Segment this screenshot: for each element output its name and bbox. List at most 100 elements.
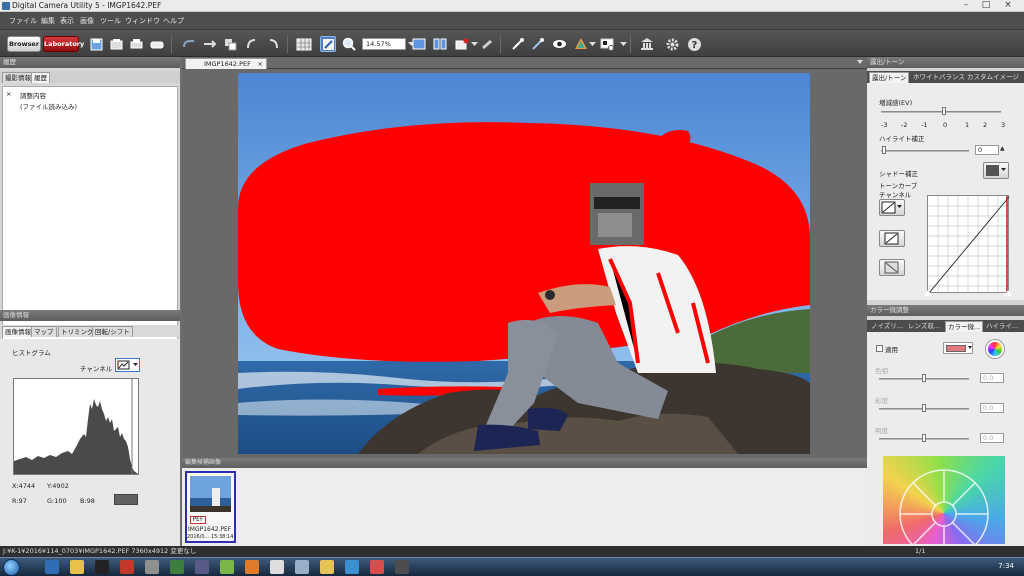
shadow-preset-dropdown[interactable] — [983, 162, 1009, 179]
rotate-icon[interactable] — [244, 36, 260, 52]
tab-lens-correction[interactable]: レンズ収... — [906, 321, 942, 332]
laboratory-button[interactable]: Laboratory — [43, 36, 84, 52]
tone-curve-graph[interactable] — [927, 195, 1010, 294]
highlight-warning-icon[interactable] — [454, 36, 470, 52]
redo-icon[interactable] — [202, 36, 218, 52]
app-taskbar-icon[interactable] — [120, 560, 134, 574]
app-taskbar-icon[interactable] — [370, 560, 384, 574]
ev-slider-track[interactable] — [881, 111, 1001, 113]
undo-icon[interactable] — [181, 36, 197, 52]
eyedropper-black-icon[interactable] — [510, 36, 526, 52]
rotate-back-icon[interactable] — [265, 36, 281, 52]
hue-value-input[interactable]: 0.0 — [980, 373, 1004, 383]
maximize-button[interactable]: □ — [976, 0, 996, 11]
app-taskbar-icon[interactable] — [345, 560, 359, 574]
app-taskbar-icon[interactable] — [95, 560, 109, 574]
saturation-slider-knob[interactable] — [922, 404, 926, 412]
app-taskbar-icon[interactable] — [320, 560, 334, 574]
display-settings-icon[interactable] — [599, 36, 615, 52]
help-icon[interactable]: ? — [686, 36, 702, 52]
hue-slider-knob[interactable] — [922, 374, 926, 382]
tab-color-fine-tune[interactable]: カラー微... — [945, 321, 984, 332]
ie-taskbar-icon[interactable] — [45, 560, 59, 574]
ev-slider-knob[interactable] — [942, 107, 946, 115]
tab-white-balance[interactable]: ホワイトバランス — [911, 72, 967, 83]
preview-eye-icon[interactable] — [551, 36, 567, 52]
app-taskbar-icon[interactable] — [220, 560, 234, 574]
zoom-level-input[interactable]: 14.57% — [362, 38, 406, 50]
history-row[interactable]: 調整内容 — [20, 90, 46, 100]
menu-view[interactable]: 表示 — [60, 16, 74, 26]
warning-dropdown-icon[interactable] — [470, 36, 478, 52]
tab-noise-reduction[interactable]: ノイズリ... — [869, 321, 905, 332]
tone-curve-preset-dropdown[interactable] — [879, 199, 905, 216]
thumbnail-item[interactable]: PEF IMGP1642.PEF 2016/0... 15:38:14 — [185, 471, 236, 543]
zoom-icon[interactable] — [341, 36, 357, 52]
target-color-button[interactable] — [943, 342, 973, 354]
color-hue-wheel[interactable] — [883, 456, 1005, 544]
app-taskbar-icon[interactable] — [170, 560, 184, 574]
tab-trimming[interactable]: トリミング — [58, 326, 97, 337]
highlight-slider-knob[interactable] — [882, 146, 886, 154]
app-taskbar-icon[interactable] — [195, 560, 209, 574]
develop-icon[interactable] — [639, 36, 655, 52]
color-picker-icon[interactable] — [573, 36, 589, 52]
grid-icon[interactable] — [296, 36, 312, 52]
display-dropdown-icon[interactable] — [619, 36, 627, 52]
browser-button[interactable]: Browser — [7, 36, 41, 52]
tab-shooting-info[interactable]: 撮影情報 — [2, 72, 34, 83]
color-dropdown-icon[interactable] — [588, 36, 596, 52]
tab-exposure-tone[interactable]: 露出/トーン — [869, 72, 910, 83]
compare-view-icon[interactable] — [432, 36, 448, 52]
document-tab[interactable]: IMGP1642.PEF × — [185, 58, 267, 69]
save-icon[interactable] — [88, 36, 104, 52]
batch-icon[interactable] — [149, 36, 165, 52]
settings-gear-icon[interactable] — [664, 36, 680, 52]
app-taskbar-icon[interactable] — [295, 560, 309, 574]
apply-checkbox[interactable] — [876, 345, 883, 352]
fit-screen-icon[interactable] — [320, 36, 336, 52]
menu-image[interactable]: 画像 — [80, 16, 94, 26]
menu-edit[interactable]: 編集 — [41, 16, 55, 26]
link-icon[interactable] — [479, 36, 495, 52]
curve-reset-button[interactable] — [879, 259, 905, 276]
curve-linear-button[interactable] — [879, 230, 905, 247]
menu-file[interactable]: ファイル — [9, 16, 37, 26]
highlight-spinner-icon[interactable]: ▲ — [1000, 145, 1007, 155]
tab-map[interactable]: マップ — [31, 326, 57, 337]
channel-select[interactable] — [115, 358, 140, 372]
menu-tools[interactable]: ツール — [100, 16, 121, 26]
copy-settings-icon[interactable] — [223, 36, 239, 52]
single-view-icon[interactable] — [411, 36, 427, 52]
tab-image-info[interactable]: 画像情報 — [2, 326, 34, 337]
tab-list-dropdown-icon[interactable] — [857, 60, 863, 64]
app-taskbar-icon[interactable] — [270, 560, 284, 574]
lightness-value-input[interactable]: 0.0 — [980, 433, 1004, 443]
tab-history[interactable]: 履歴 — [31, 72, 50, 83]
tab-custom-image[interactable]: カスタムイメージ — [965, 72, 1021, 83]
print-icon[interactable] — [128, 36, 144, 52]
black-point-marker[interactable] — [924, 290, 932, 296]
lightness-slider-knob[interactable] — [922, 434, 926, 442]
white-point-marker[interactable] — [1004, 290, 1012, 296]
minimize-button[interactable]: – — [956, 0, 976, 11]
color-wheel-picker-icon[interactable] — [986, 340, 1004, 358]
menu-window[interactable]: ウィンドウ — [125, 16, 160, 26]
history-row[interactable]: (ファイル読み込み) — [20, 101, 77, 111]
tab-highlight[interactable]: ハイライ... — [984, 321, 1020, 332]
highlight-slider-track[interactable] — [881, 150, 969, 152]
saturation-value-input[interactable]: 0.0 — [980, 403, 1004, 413]
taskbar-clock[interactable]: 7:34 — [998, 562, 1014, 570]
app-taskbar-icon[interactable] — [145, 560, 159, 574]
app-taskbar-icon[interactable] — [245, 560, 259, 574]
explorer-taskbar-icon[interactable] — [70, 560, 84, 574]
highlight-value-input[interactable]: 0 — [975, 145, 999, 155]
menu-help[interactable]: ヘルプ — [163, 16, 184, 26]
eyedropper-gray-icon[interactable] — [530, 36, 546, 52]
close-window-button[interactable]: × — [998, 0, 1018, 11]
close-tab-icon[interactable]: × — [258, 59, 263, 69]
start-button[interactable] — [3, 559, 20, 576]
tab-rotate-shift[interactable]: 回転/シフト — [92, 326, 133, 337]
app-taskbar-icon[interactable] — [395, 560, 409, 574]
photo-preview[interactable] — [238, 73, 810, 454]
